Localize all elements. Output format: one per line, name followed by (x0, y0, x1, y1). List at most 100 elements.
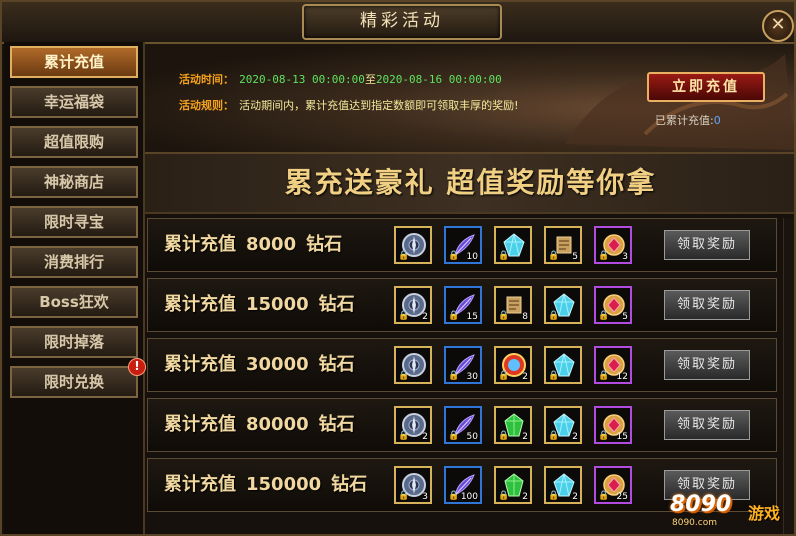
tier-label: 累计充值 30000 钻石 (164, 339, 355, 391)
item-count: 2 (422, 432, 428, 442)
reward-item[interactable]: 🔒 (394, 346, 432, 384)
window-title: 精彩活动 (302, 4, 502, 40)
bound-lock-icon: 🔒 (548, 371, 560, 381)
reward-item[interactable]: 🔒 10 (444, 226, 482, 264)
tier-amount: 8000 (246, 234, 297, 255)
reward-item[interactable]: 🔒 (494, 226, 532, 264)
item-count: 2 (522, 492, 528, 502)
logo-number: 8090 (670, 492, 732, 517)
item-count: 15 (466, 312, 478, 322)
reward-item[interactable]: 🔒 3 (394, 466, 432, 504)
claim-reward-button[interactable]: 领取奖励 (664, 410, 750, 440)
site-logo: 8090 游戏 8090.com (670, 488, 794, 534)
activity-rule-text: 活动期间内，累计充值达到指定数额即可领取丰厚的奖励! (239, 99, 519, 112)
reward-item[interactable]: 🔒 2 (544, 406, 582, 444)
activity-banner: 活动时间： 2020-08-13 00:00:00至2020-08-16 00:… (145, 44, 794, 154)
reward-item[interactable]: 🔒 2 (394, 286, 432, 324)
reward-item[interactable]: 🔒 8 (494, 286, 532, 324)
sidebar-item-limited-exchange[interactable]: 限时兑换 (10, 366, 138, 398)
tier-label: 累计充值 8000 钻石 (164, 219, 342, 271)
bound-lock-icon: 🔒 (398, 431, 410, 441)
reward-item[interactable]: 🔒 2 (494, 406, 532, 444)
item-count: 2 (522, 372, 528, 382)
bound-lock-icon: 🔒 (598, 311, 610, 321)
tier-label: 累计充值 150000 钻石 (164, 459, 367, 511)
reward-item[interactable]: 🔒 2 (494, 466, 532, 504)
sidebar-item-mystery-shop[interactable]: 神秘商店 (10, 166, 138, 198)
sidebar-item-boss-carnival[interactable]: Boss狂欢 (10, 286, 138, 318)
bound-lock-icon: 🔒 (598, 491, 610, 501)
tier-prefix: 累计充值 (164, 474, 236, 495)
item-count: 8 (522, 312, 528, 322)
reward-item[interactable]: 🔒 (394, 226, 432, 264)
bound-lock-icon: 🔒 (448, 311, 460, 321)
tier-unit: 钻石 (318, 354, 355, 375)
claim-reward-button[interactable]: 领取奖励 (664, 350, 750, 380)
bound-lock-icon: 🔒 (448, 371, 460, 381)
tier-unit: 钻石 (331, 474, 368, 495)
alert-icon: ! (128, 358, 146, 376)
sidebar-item-spending-rank[interactable]: 消费排行 (10, 246, 138, 278)
reward-item[interactable]: 🔒 100 (444, 466, 482, 504)
item-count: 50 (466, 432, 478, 442)
reward-item[interactable]: 🔒 2 (544, 466, 582, 504)
tier-unit: 钻石 (318, 414, 355, 435)
bound-lock-icon: 🔒 (398, 311, 410, 321)
item-count: 12 (616, 372, 628, 382)
claim-reward-button[interactable]: 领取奖励 (664, 230, 750, 260)
sidebar-item-limited-drop[interactable]: 限时掉落 (10, 326, 138, 358)
sidebar-item-cumulative-recharge[interactable]: 累计充值 (10, 46, 138, 78)
claim-reward-button[interactable]: 领取奖励 (664, 290, 750, 320)
sidebar: 累计充值 幸运福袋 超值限购 神秘商店 限时寻宝 消费排行 Boss狂欢 限时掉… (4, 42, 146, 534)
sidebar-item-limited-purchase[interactable]: 超值限购 (10, 126, 138, 158)
bound-lock-icon: 🔒 (498, 491, 510, 501)
reward-item[interactable]: 🔒 15 (444, 286, 482, 324)
tier-unit: 钻石 (306, 234, 343, 255)
activity-time-end: 2020-08-16 00:00:00 (375, 73, 502, 86)
tier-prefix: 累计充值 (164, 294, 236, 315)
activity-time-sep: 至 (364, 73, 376, 86)
close-button[interactable]: ✕ (762, 10, 794, 42)
tier-amount: 80000 (246, 414, 309, 435)
total-recharge: 已累计充值:0 (655, 112, 721, 128)
activity-time-row: 活动时间： 2020-08-13 00:00:00至2020-08-16 00:… (179, 68, 502, 87)
recharge-now-button[interactable]: 立即充值 (647, 72, 765, 102)
bound-lock-icon: 🔒 (498, 251, 510, 261)
bound-lock-icon: 🔒 (498, 431, 510, 441)
reward-tier-row: 累计充值 80000 钻石 🔒 2 🔒 50 🔒 2 🔒 2 🔒 15 领取奖励 (147, 398, 777, 452)
activity-window: 精彩活动 ✕ 累计充值 幸运福袋 超值限购 神秘商店 限时寻宝 消费排行 Bos… (0, 0, 796, 536)
reward-item[interactable]: 🔒 12 (594, 346, 632, 384)
activity-time-start: 2020-08-13 00:00:00 (239, 73, 365, 86)
close-icon: ✕ (770, 14, 786, 35)
reward-item[interactable]: 🔒 25 (594, 466, 632, 504)
item-count: 10 (466, 252, 478, 262)
reward-item[interactable]: 🔒 30 (444, 346, 482, 384)
reward-tier-row: 累计充值 8000 钻石 🔒 🔒 10 🔒 🔒 5 🔒 3 领取奖励 (147, 218, 777, 272)
reward-item[interactable]: 🔒 (544, 346, 582, 384)
bound-lock-icon: 🔒 (598, 251, 610, 261)
logo-url: 8090.com (672, 518, 717, 528)
bound-lock-icon: 🔒 (548, 251, 560, 261)
sidebar-item-lucky-bag[interactable]: 幸运福袋 (10, 86, 138, 118)
item-count: 15 (616, 432, 628, 442)
tier-label: 累计充值 80000 钻石 (164, 399, 355, 451)
activity-rule-row: 活动规则： 活动期间内，累计充值达到指定数额即可领取丰厚的奖励! (179, 94, 519, 113)
reward-item[interactable]: 🔒 2 (494, 346, 532, 384)
reward-item[interactable]: 🔒 50 (444, 406, 482, 444)
bound-lock-icon: 🔒 (448, 251, 460, 261)
activity-time-label: 活动时间： (179, 73, 234, 86)
bound-lock-icon: 🔒 (548, 431, 560, 441)
item-count: 3 (622, 252, 628, 262)
bound-lock-icon: 🔒 (498, 371, 510, 381)
reward-item[interactable]: 🔒 2 (394, 406, 432, 444)
reward-item[interactable]: 🔒 5 (544, 226, 582, 264)
item-count: 2 (522, 432, 528, 442)
reward-item[interactable]: 🔒 5 (594, 286, 632, 324)
reward-item[interactable]: 🔒 (544, 286, 582, 324)
sidebar-item-treasure-hunt[interactable]: 限时寻宝 (10, 206, 138, 238)
item-count: 30 (466, 372, 478, 382)
reward-item[interactable]: 🔒 15 (594, 406, 632, 444)
bound-lock-icon: 🔒 (448, 491, 460, 501)
reward-item[interactable]: 🔒 3 (594, 226, 632, 264)
reward-tier-row: 累计充值 15000 钻石 🔒 2 🔒 15 🔒 8 🔒 🔒 5 领取奖励 (147, 278, 777, 332)
